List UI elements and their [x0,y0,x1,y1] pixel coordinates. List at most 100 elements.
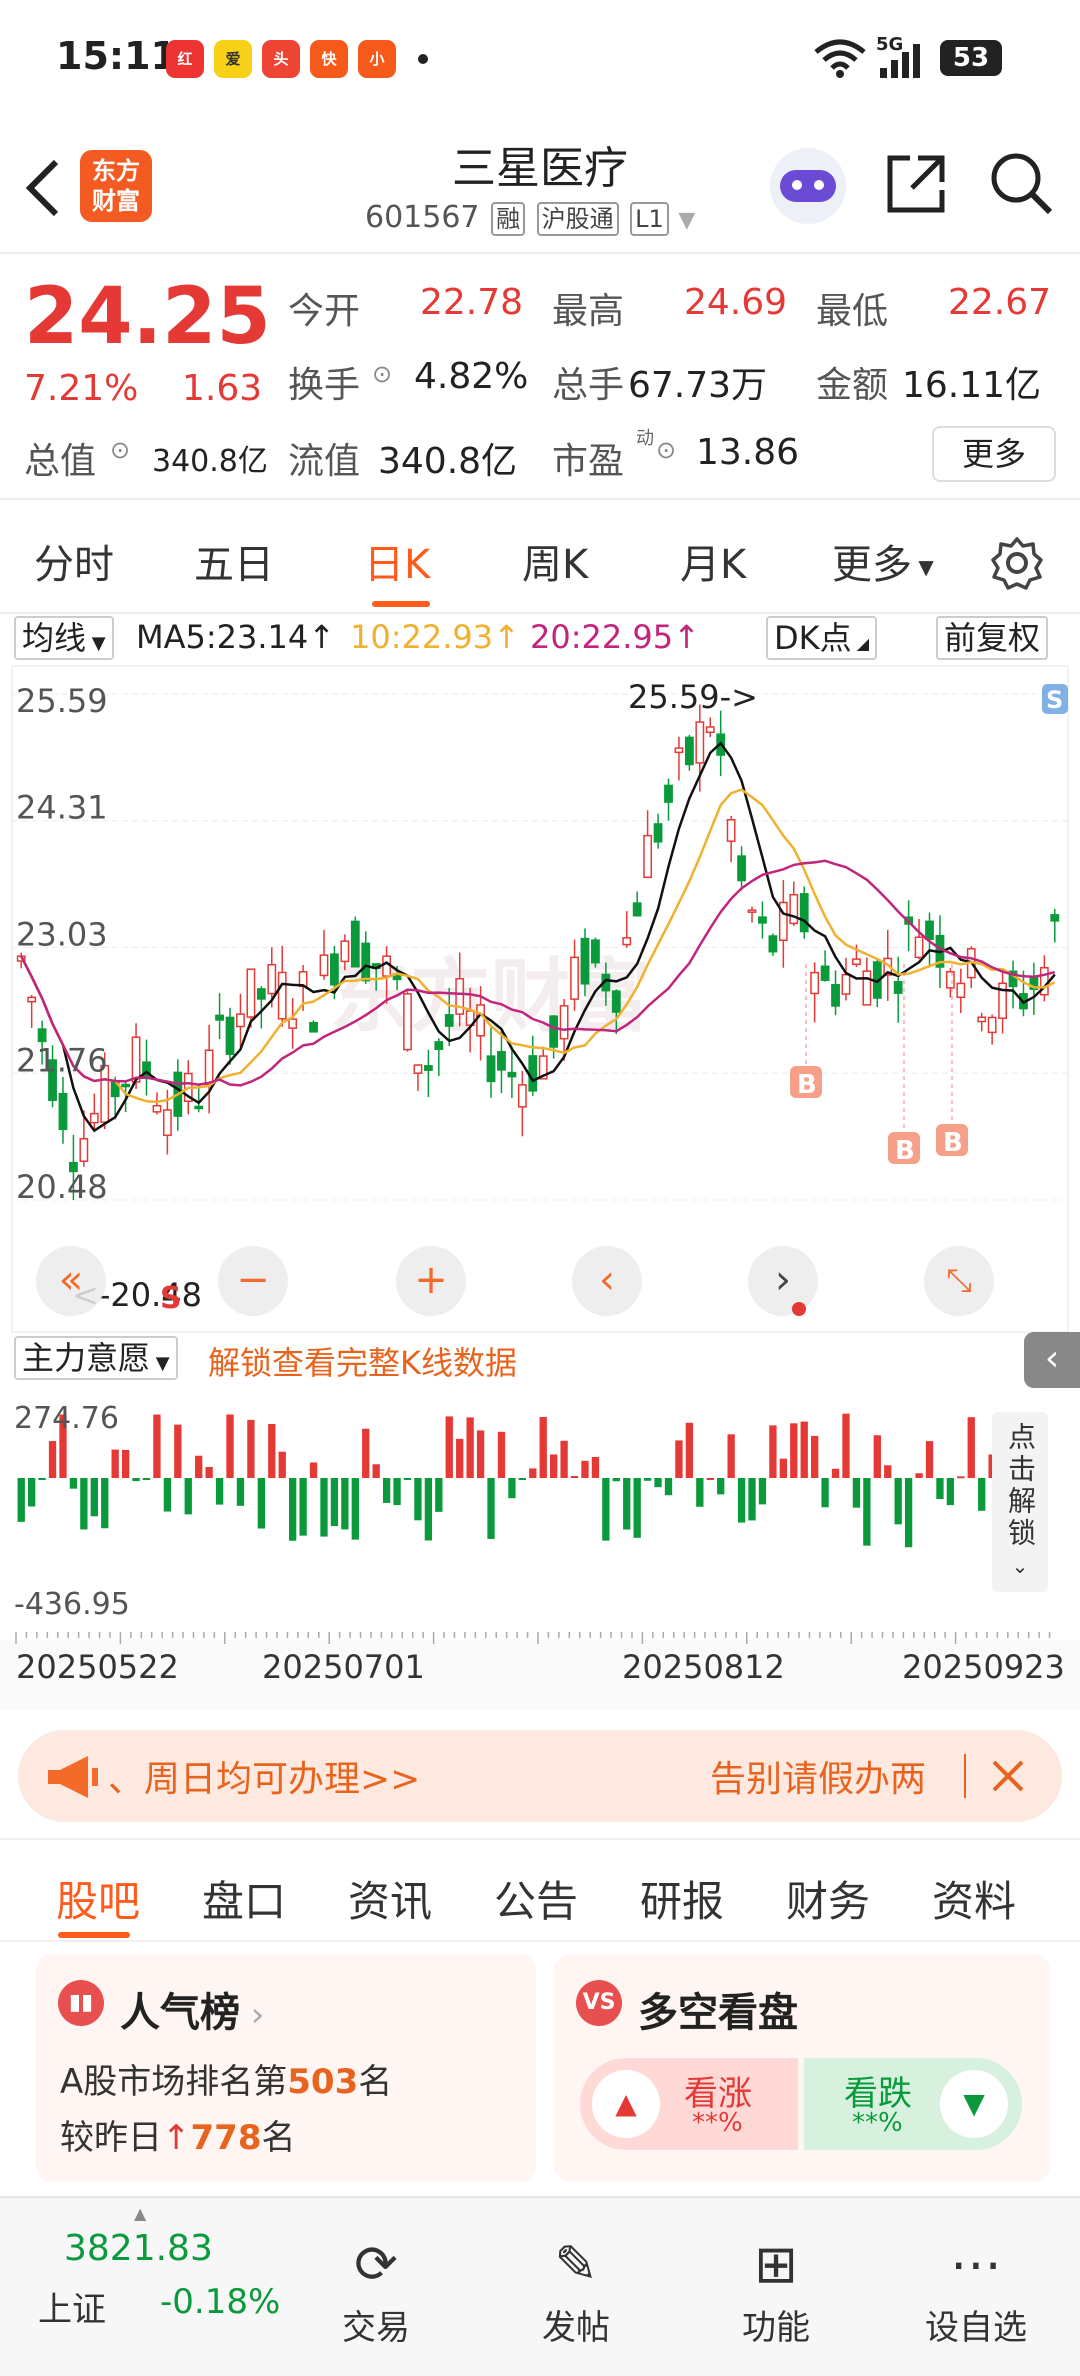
candle-body [256,988,266,1000]
candle-body [423,1065,433,1071]
candle-body [246,968,256,1018]
indicator-bar [142,1478,151,1480]
tab-five-day[interactable]: 五日 [194,532,274,590]
tab-daily-k[interactable]: 日K [364,532,430,590]
bear-button[interactable]: 看跌 **% ▼ [804,2058,1022,2150]
indicator-bar [372,1464,380,1478]
chevron-down-icon: ⌄ [1011,1554,1029,1578]
search-icon[interactable] [988,150,1054,216]
next-icon[interactable]: › [748,1246,818,1316]
ma20-value: 20:22.95↑ [530,618,700,656]
indicator-bar [299,1478,307,1536]
date-label: 20250522 [16,1648,179,1686]
nav-post[interactable]: ✎ 发帖 [506,2230,646,2349]
ma-select[interactable]: 均线 ▼ [14,616,114,660]
indicator-bar [978,1478,986,1511]
indicator-bar [247,1419,255,1478]
dk-point-select[interactable]: DK点 ◢ [766,616,878,660]
promo-banner[interactable]: 、周日均可办理>> 告别请假办两 [18,1730,1062,1822]
ma5-value: MA5:23.14↑ [136,618,336,656]
index-name[interactable]: 上证 [38,2282,106,2331]
candle-body [632,902,642,917]
fullscreen-icon[interactable]: ⤡ [924,1246,994,1316]
sentiment-card[interactable]: VS 多空看盘 ▲ 看涨 **% 看跌 **% ▼ [554,1954,1050,2182]
rewind-icon[interactable]: « [36,1246,106,1316]
grid-icon: ⊞ [754,2235,798,2295]
tab-finance[interactable]: 财务 [786,1868,870,1929]
tab-intraday[interactable]: 分时 [34,532,114,590]
candle-body [684,736,694,766]
open-value: 22.78 [420,282,524,323]
gear-icon[interactable] [990,536,1044,590]
candle-body [194,1105,204,1110]
tab-more[interactable]: 更多 ▼ [832,532,934,590]
tab-news[interactable]: 资讯 [348,1868,432,1929]
share-icon[interactable] [884,152,948,216]
active-tab-underline [372,601,430,607]
indicator-bar [925,1441,934,1478]
candle-body [204,1049,214,1086]
indicator-bar [393,1478,401,1506]
candle-body [653,823,663,843]
close-icon[interactable] [990,1758,1026,1794]
kline-chart[interactable]: 东方财富 25.5924.3123.0321.7620.4825.59-><-2… [0,664,1080,1334]
indicator-bar [654,1478,662,1488]
bull-button[interactable]: ▲ 看涨 **% [580,2058,798,2150]
indicator-bar [602,1478,610,1541]
up-arrow-icon: ↑ [162,2118,191,2158]
indicator-bar [675,1440,683,1478]
candle-body [236,1013,245,1028]
candle-body [162,1109,172,1137]
candle-body [820,965,830,981]
tab-monthly-k[interactable]: 月K [680,532,746,590]
stock-code-row[interactable]: 601567 融 沪股通 L1 ▼ [365,200,695,236]
indicator-select[interactable]: 主力意愿 ▼ [14,1336,178,1380]
indicator-bar [111,1449,119,1478]
tab-announcements[interactable]: 公告 [494,1868,578,1929]
zoom-in-icon[interactable]: + [396,1246,466,1316]
tab-profile[interactable]: 资料 [932,1868,1016,1929]
tab-guba[interactable]: 股吧 [56,1868,140,1929]
ma10-value: 10:22.93↑ [350,618,520,656]
nav-functions[interactable]: ⊞ 功能 [706,2230,846,2349]
indicator-bar [90,1478,98,1517]
amount-value: 16.11亿 [902,365,1042,406]
info-icon[interactable]: ⊙ [656,436,676,464]
candle-body [319,954,329,977]
ai-assistant-avatar[interactable] [770,148,846,224]
candle-body [497,1051,506,1071]
bar-chart-icon: ▮▮ [58,1980,104,2026]
tab-pankou[interactable]: 盘口 [202,1868,286,1929]
indicator-bar [132,1478,140,1482]
prev-icon[interactable]: ‹ [572,1246,642,1316]
indicator-bar [445,1416,453,1478]
info-icon[interactable]: ⊙ [110,436,130,464]
indicator-bar [48,1441,57,1478]
indicator-bar [612,1478,620,1482]
more-quote-button[interactable]: 更多 [932,426,1056,482]
chart-nav-buttons: « − + ‹ › ⤡ [0,1246,1080,1316]
zoom-out-icon[interactable]: − [218,1246,288,1316]
candle-body [705,726,715,734]
index-change[interactable]: -0.18% [160,2282,280,2322]
popularity-card[interactable]: ▮▮ 人气榜 › A股市场排名第503名 较昨日↑778名 [36,1954,536,2182]
high-value: 24.69 [684,282,788,323]
candle-body [893,981,903,994]
indicator-bar [967,1417,975,1478]
indicator-bar [800,1421,808,1478]
tab-research[interactable]: 研报 [640,1868,724,1929]
collapse-arrow-icon[interactable]: ‹ [1024,1332,1080,1388]
index-value[interactable]: 3821.83 [64,2228,213,2269]
nav-trade[interactable]: ⟳ 交易 [306,2230,446,2349]
indicator-bar [466,1417,474,1478]
high-label: 最高 [552,291,625,332]
info-icon[interactable]: ⊙ [372,360,392,388]
indicator-bar [873,1435,881,1478]
turnover-value: 4.82% [414,356,529,397]
nav-add-watchlist[interactable]: ⋯ 设自选 [906,2230,1046,2349]
adjust-select[interactable]: 前复权 [936,616,1049,660]
click-unlock-tab[interactable]: 点击解锁 ⌄ [992,1412,1048,1592]
tab-weekly-k[interactable]: 周K [522,532,588,590]
unlock-kline-link[interactable]: 解锁查看完整K线数据 [208,1338,517,1384]
amount-label: 金额 [816,365,889,406]
